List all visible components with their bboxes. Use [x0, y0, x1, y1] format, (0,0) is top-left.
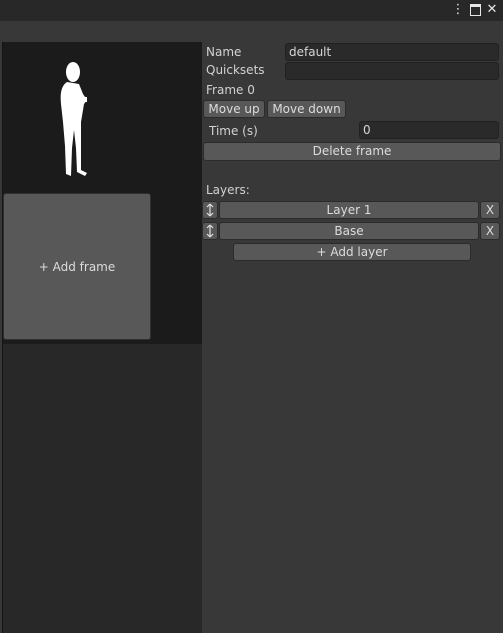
name-field[interactable]: default [285, 43, 499, 61]
remove-layer-1-button[interactable]: X [480, 201, 500, 219]
add-frame-button[interactable]: + Add frame [3, 193, 151, 340]
person-silhouette-icon[interactable] [51, 60, 91, 178]
add-layer-button[interactable]: + Add layer [233, 243, 471, 261]
name-label: Name [206, 45, 242, 59]
layers-heading: Layers: [206, 183, 250, 197]
close-icon[interactable]: ✕ [484, 1, 500, 19]
maximize-icon[interactable] [467, 1, 483, 19]
move-up-button[interactable]: Move up [203, 100, 265, 118]
title-bar: ⋮ ✕ [0, 0, 503, 21]
more-vertical-icon[interactable]: ⋮ [450, 1, 466, 19]
move-down-button[interactable]: Move down [267, 100, 346, 118]
drag-vertical-icon[interactable] [202, 201, 218, 219]
quicksets-field[interactable] [285, 62, 499, 80]
layer-item-layer-1[interactable]: Layer 1 [219, 201, 479, 219]
quicksets-label: Quicksets [206, 63, 265, 77]
drag-vertical-icon[interactable] [202, 222, 218, 240]
time-field[interactable]: 0 [359, 121, 499, 139]
frame-list: + Add frame [3, 42, 202, 344]
layer-item-base[interactable]: Base [219, 222, 479, 240]
remove-layer-base-button[interactable]: X [480, 222, 500, 240]
frame-label: Frame 0 [206, 83, 255, 97]
time-label: Time (s) [209, 124, 258, 138]
delete-frame-button[interactable]: Delete frame [203, 142, 501, 161]
properties-pane: Name default Quicksets Frame 0 Move up M… [202, 42, 503, 633]
